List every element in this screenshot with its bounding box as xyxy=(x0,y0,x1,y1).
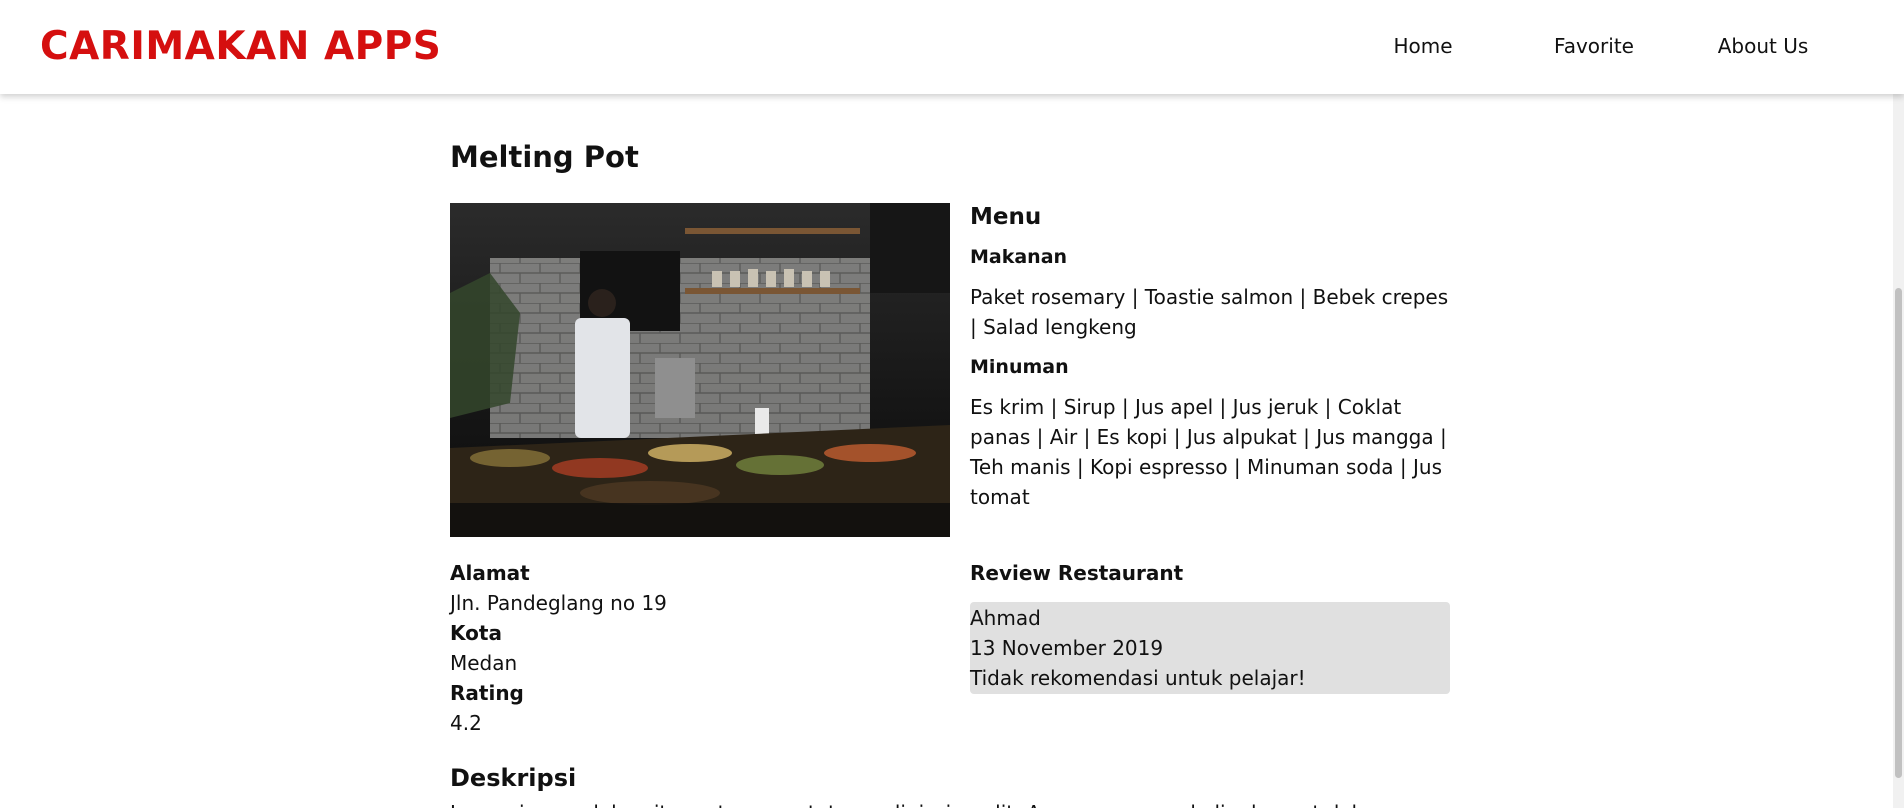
scrollbar-thumb[interactable] xyxy=(1895,288,1902,778)
restaurant-name: Melting Pot xyxy=(450,140,639,174)
review-text: Tidak rekomendasi untuk pelajar! xyxy=(970,666,1306,690)
description-text: Lorem ipsum dolor sit amet, consectetuer… xyxy=(450,798,1450,808)
main-nav: Home Favorite About Us xyxy=(0,28,1904,64)
drinks-heading: Minuman xyxy=(970,356,1069,378)
nav-home[interactable]: Home xyxy=(1393,28,1452,64)
menu-heading: Menu xyxy=(970,204,1042,230)
description-heading: Deskripsi xyxy=(450,764,577,792)
foods-list: Paket rosemary | Toastie salmon | Bebek … xyxy=(970,285,1449,339)
address-label: Alamat xyxy=(450,561,530,585)
page: CARIMAKAN APPS Home Favorite About Us Me… xyxy=(0,0,1904,808)
reviews-section: Review Restaurant Ahmad 13 November 2019… xyxy=(970,558,1452,694)
city-value: Medan xyxy=(450,651,518,675)
page-scrollbar[interactable] xyxy=(1893,0,1904,808)
reviews-heading: Review Restaurant xyxy=(970,561,1184,585)
restaurant-info: Alamat Jln. Pandeglang no 19 Kota Medan … xyxy=(450,558,930,738)
review-date: 13 November 2019 xyxy=(970,636,1164,660)
rating-value: 4.2 xyxy=(450,711,482,735)
drinks-list: Es krim | Sirup | Jus apel | Jus jeruk |… xyxy=(970,395,1447,509)
restaurant-photo xyxy=(450,203,950,537)
app-bar: CARIMAKAN APPS Home Favorite About Us xyxy=(0,0,1904,94)
rating-label: Rating xyxy=(450,681,524,705)
menu-section: Menu Makanan Paket rosemary | Toastie sa… xyxy=(970,202,1452,512)
nav-favorite[interactable]: Favorite xyxy=(1554,28,1634,64)
address-value: Jln. Pandeglang no 19 xyxy=(450,591,667,615)
review-card: Ahmad 13 November 2019 Tidak rekomendasi… xyxy=(970,602,1450,694)
foods-heading: Makanan xyxy=(970,246,1068,268)
nav-about-us[interactable]: About Us xyxy=(1718,28,1809,64)
restaurant-photo-image xyxy=(450,203,950,537)
city-label: Kota xyxy=(450,621,502,645)
reviewer-name: Ahmad xyxy=(970,606,1041,630)
